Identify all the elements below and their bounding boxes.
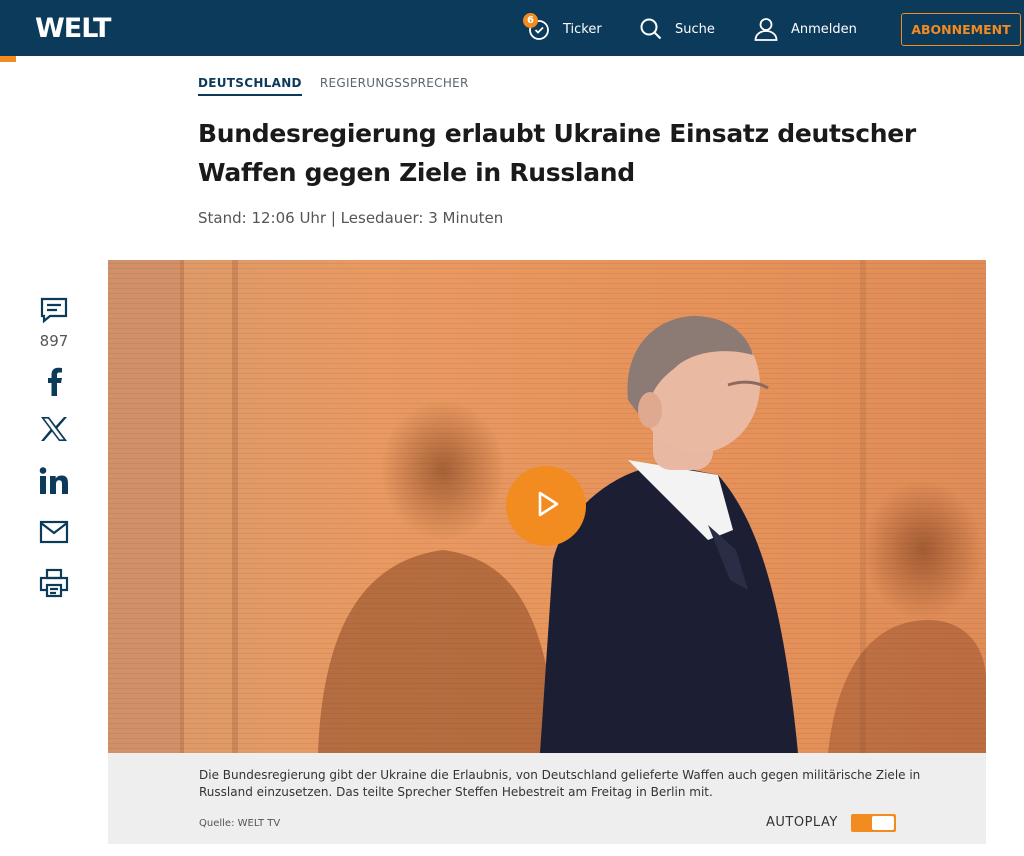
breadcrumb: DEUTSCHLAND REGIERUNGSSPRECHER	[198, 76, 469, 96]
x-icon	[40, 416, 68, 446]
linkedin-icon	[39, 467, 69, 499]
welt-logo[interactable]: WELT	[35, 13, 111, 44]
search-button[interactable]: Suche	[639, 14, 715, 44]
print-button[interactable]	[36, 568, 72, 602]
facebook-icon	[44, 366, 64, 400]
search-label: Suche	[675, 21, 715, 37]
autoplay-toggle[interactable]	[851, 814, 896, 832]
breadcrumb-regierungssprecher[interactable]: REGIERUNGSSPRECHER	[320, 76, 469, 96]
ticker-button[interactable]: 6 Ticker	[523, 13, 602, 44]
video-player[interactable]	[108, 260, 986, 753]
breadcrumb-deutschland[interactable]: DEUTSCHLAND	[198, 76, 302, 96]
video-caption-box: Die Bundesregierung gibt der Ukraine die…	[108, 753, 986, 844]
play-button[interactable]	[506, 466, 586, 546]
autoplay-toggle-knob	[872, 816, 894, 830]
printer-icon	[39, 568, 69, 602]
article-meta: Stand: 12:06 Uhr | Lesedauer: 3 Minuten	[198, 209, 504, 227]
ticker-count-badge: 6	[523, 13, 538, 28]
comments-button[interactable]: 897	[36, 296, 72, 350]
share-email-button[interactable]	[36, 520, 72, 548]
login-button[interactable]: Anmelden	[753, 14, 857, 44]
comment-count: 897	[39, 332, 69, 350]
envelope-icon	[39, 520, 69, 548]
stopwatch-icon: 6	[523, 13, 551, 41]
accent-strip	[0, 56, 16, 62]
autoplay-label: AUTOPLAY	[766, 815, 838, 830]
top-navigation-bar: WELT 6 Ticker Suche Anmelden ABONNEMENT	[0, 0, 1024, 56]
login-label: Anmelden	[791, 21, 857, 37]
ticker-label: Ticker	[563, 21, 602, 37]
share-x-button[interactable]	[36, 416, 72, 446]
search-icon	[639, 17, 663, 41]
video-source: Quelle: WELT TV	[199, 818, 281, 829]
subscribe-button[interactable]: ABONNEMENT	[901, 13, 1021, 46]
share-facebook-button[interactable]	[36, 366, 72, 400]
comment-icon	[39, 296, 69, 328]
user-icon	[753, 16, 779, 42]
play-icon	[529, 487, 563, 525]
share-linkedin-button[interactable]	[36, 467, 72, 499]
video-caption: Die Bundesregierung gibt der Ukraine die…	[199, 768, 921, 799]
article-headline: Bundesregierung erlaubt Ukraine Einsatz …	[198, 119, 916, 187]
